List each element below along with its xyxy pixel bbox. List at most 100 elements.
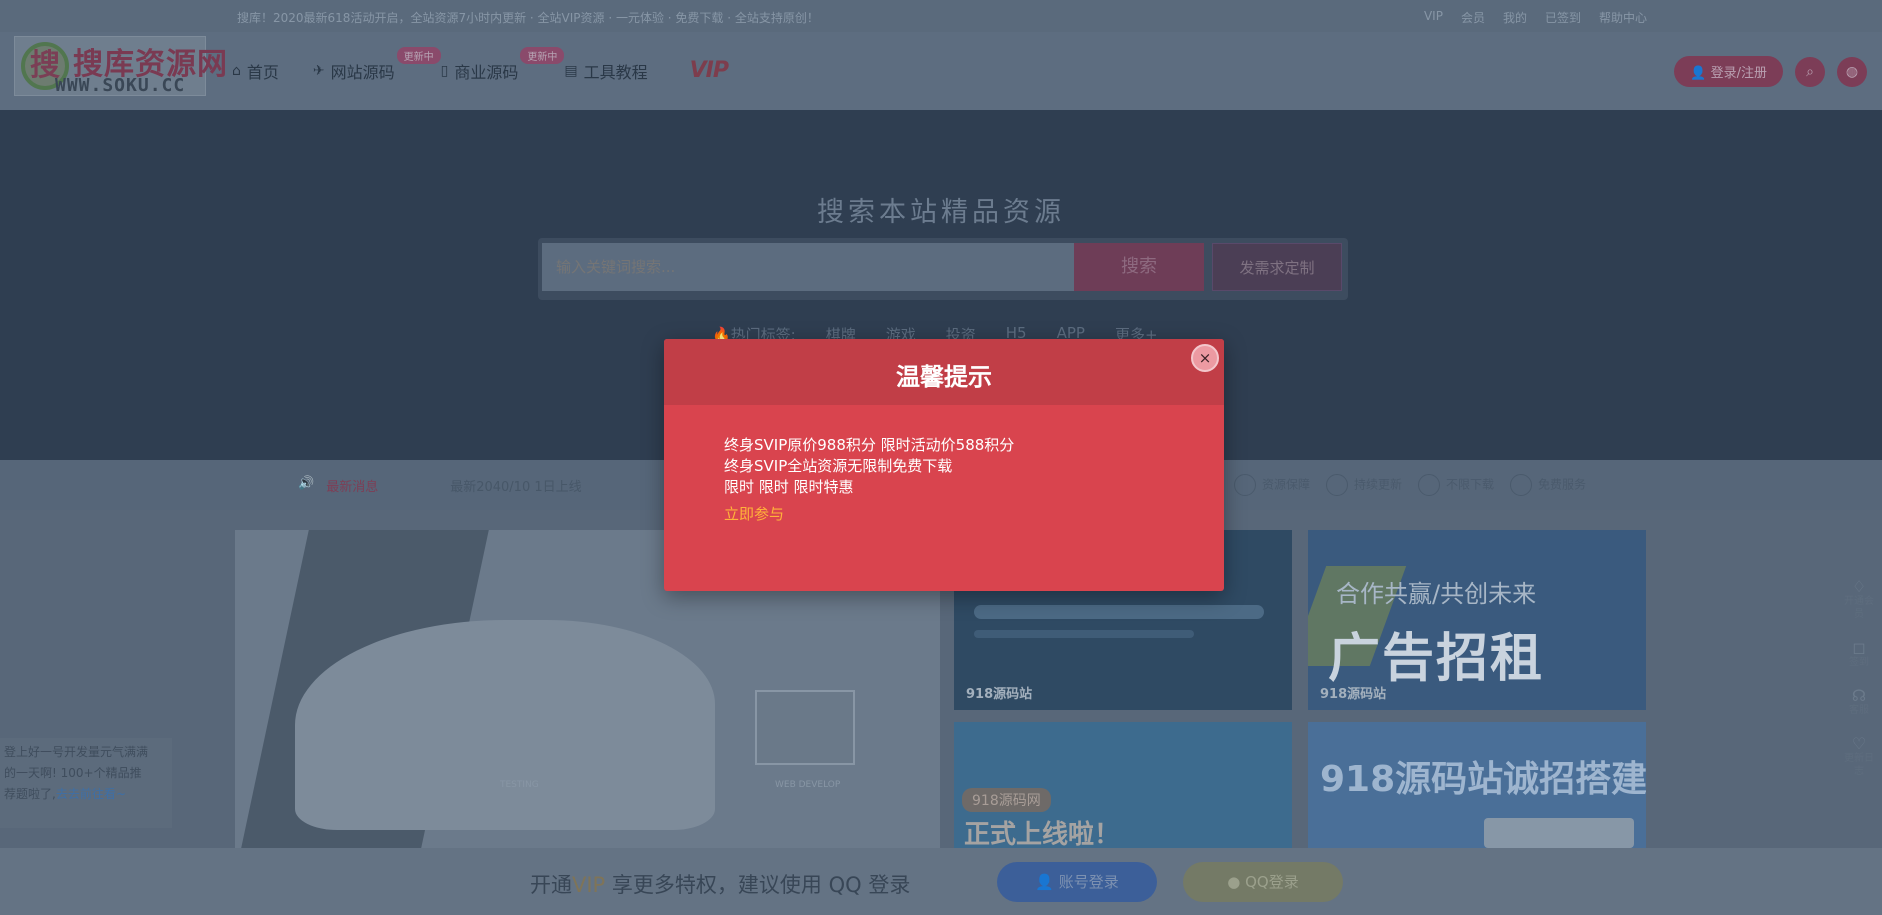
ad-line1: 合作共赢/共创未来 <box>1336 580 1537 608</box>
nav-badge: 更新中 <box>396 46 441 64</box>
nav-label: 商业源码 <box>454 62 519 82</box>
promo-line: 荐题啦了,去去前往看~ <box>4 784 172 805</box>
list-icon: ▤ <box>564 62 578 79</box>
sidebar-label: 开通会员 <box>1844 596 1874 620</box>
ad-slot[interactable]: 918源码网 正式上线啦！ <box>954 722 1292 848</box>
sidebar-item-changelog[interactable]: ♡ 更新日志 <box>1844 734 1874 778</box>
gear-icon <box>755 690 855 765</box>
account-login-button[interactable]: 👤 账号登录 <box>997 862 1157 902</box>
promo-line: 登上好一号开发量元气满满 <box>4 745 149 759</box>
calendar-icon: ◻ <box>1852 638 1866 657</box>
request-custom-button[interactable]: 发需求定制 <box>1212 243 1342 291</box>
plane-icon: ✈ <box>312 62 325 79</box>
top-bar-announcement: 搜库！2020最新618活动开启，全站资源7小时内更新 · 全站VIP资源 · … <box>237 11 819 25</box>
ad-headline: 918源码站诚招搭建 <box>1320 759 1646 800</box>
sidebar-item-checkin[interactable]: ◻ 签到 <box>1844 638 1874 669</box>
search-icon[interactable]: ⌕ <box>1795 56 1825 87</box>
promo-line: 的一天啊! 100+个精品推 <box>4 766 142 780</box>
service-label: 持续更新 <box>1354 477 1403 492</box>
top-link-checkin[interactable]: 已签到 <box>1545 9 1581 26</box>
download-icon <box>1418 474 1441 496</box>
user-icon: 👤 <box>1690 66 1711 81</box>
nav-label: 网站源码 <box>330 62 395 82</box>
sidebar-label: 更新日志 <box>1844 753 1874 777</box>
nav-vip-link[interactable]: VIP <box>690 58 729 83</box>
promo-text: 荐题啦了, <box>4 787 56 801</box>
notice-text[interactable]: 最新2040/10 1日上线 <box>450 476 581 495</box>
modal-line: 终身SVIP全站资源无限制免费下载 <box>724 457 953 475</box>
promo-link[interactable]: 去去前往看~ <box>56 787 126 801</box>
sidebar-item-vip[interactable]: ♢ 开通会员 <box>1844 577 1874 621</box>
promo-modal: 温馨提示 × 终身SVIP原价988积分 限时活动价588积分 终身SVIP全站… <box>664 339 1224 591</box>
sidebar-item-support[interactable]: ☊ 客服 <box>1844 686 1874 717</box>
modal-title: 温馨提示 <box>896 363 992 391</box>
top-link-vip[interactable]: VIP <box>1424 9 1443 26</box>
ad-decor <box>974 605 1264 619</box>
home-icon: ⌂ <box>232 62 241 79</box>
bottom-text-vip: VIP <box>572 873 606 897</box>
modal-body: 终身SVIP原价988积分 限时活动价588积分 终身SVIP全站资源无限制免费… <box>724 435 1014 525</box>
modal-header: 温馨提示 <box>664 339 1224 405</box>
sidebar-label: 签到 <box>1849 657 1869 668</box>
nav-item-website-source[interactable]: ✈ 网站源码 更新中 <box>312 46 441 83</box>
speaker-icon: 🔊 <box>298 476 315 491</box>
ad-decor <box>1484 818 1634 848</box>
top-link-member[interactable]: 会员 <box>1461 9 1485 26</box>
bottom-login-bar: 开通VIP 享更多特权，建议使用 QQ 登录 👤 账号登录 ● QQ登录 <box>0 848 1882 915</box>
service-item: 持续更新 <box>1326 474 1402 496</box>
notice-left: 🔊 最新消息 最新2040/10 1日上线 <box>298 476 582 495</box>
top-bar-links: VIP 会员 我的 已签到 帮助中心 <box>1424 9 1647 26</box>
nav-item-commercial-source[interactable]: ▯ 商业源码 更新中 <box>440 46 565 83</box>
modal-line: 终身SVIP原价988积分 限时活动价588积分 <box>724 436 1015 454</box>
top-link-help[interactable]: 帮助中心 <box>1599 9 1647 26</box>
join-now-link[interactable]: 立即参与 <box>724 504 1014 525</box>
header-actions: 👤 登录/注册 ⌕ ◍ <box>1674 56 1867 87</box>
ad-pill: 918源码网 <box>962 788 1051 812</box>
modal-line: 限时 限时 限时特惠 <box>724 478 854 496</box>
ad-caption: 918源码站 <box>966 687 1033 702</box>
service-label: 免费服务 <box>1538 477 1587 492</box>
ad-slot[interactable]: 合作共赢/共创未来 广告招租 918源码站 <box>1308 530 1646 710</box>
qq-icon: ● <box>1227 873 1246 891</box>
heart-icon: ♡ <box>1851 734 1867 753</box>
search-box: 搜索 发需求定制 <box>538 238 1348 300</box>
ad-line2: 广告招租 <box>1328 629 1545 689</box>
nav-badge: 更新中 <box>520 46 565 64</box>
bottom-bar-text: 开通VIP 享更多特权，建议使用 QQ 登录 <box>530 869 910 899</box>
refresh-icon <box>1326 474 1349 496</box>
nav-item-tools[interactable]: ▤ 工具教程 <box>564 59 647 83</box>
close-icon[interactable]: × <box>1191 344 1219 372</box>
shield-icon <box>1234 474 1256 496</box>
service-badges: 资源保障 持续更新 不限下载 免费服务 <box>1234 474 1586 496</box>
sidebar-label: 客服 <box>1849 705 1869 716</box>
ad-slot[interactable]: 918源码站诚招搭建 <box>1308 722 1646 848</box>
service-label: 不限下载 <box>1446 477 1495 492</box>
button-label: 账号登录 <box>1058 873 1119 891</box>
button-label: QQ登录 <box>1245 873 1299 891</box>
service-label: 资源保障 <box>1262 477 1311 492</box>
banner-hand <box>295 620 715 830</box>
diamond-icon: ♢ <box>1851 577 1867 596</box>
bottom-text-post: 享更多特权，建议使用 QQ 登录 <box>605 873 911 897</box>
service-item: 资源保障 <box>1234 474 1310 496</box>
main-nav: ⌂ 首页 ✈ 网站源码 更新中 ▯ 商业源码 更新中 ▤ 工具教程 VIP <box>232 46 729 83</box>
document-icon: ▯ <box>440 62 449 79</box>
top-link-mine[interactable]: 我的 <box>1503 9 1527 26</box>
service-item: 不限下载 <box>1418 474 1494 496</box>
qq-login-button[interactable]: ● QQ登录 <box>1183 862 1343 902</box>
theme-toggle-icon[interactable]: ◍ <box>1837 56 1867 87</box>
service-item: 免费服务 <box>1510 474 1586 496</box>
site-logo[interactable]: 搜 搜库资源网 WWW.SOKU.CC <box>14 36 227 96</box>
floating-sidebar: ♢ 开通会员 ◻ 签到 ☊ 客服 ♡ 更新日志 <box>1844 577 1874 778</box>
ad-caption: 918源码站 <box>1320 687 1387 702</box>
login-register-button[interactable]: 👤 登录/注册 <box>1674 56 1783 87</box>
banner-label-develop: WEB DEVELOP <box>775 780 841 790</box>
headset-icon: ☊ <box>1851 686 1867 705</box>
login-label: 登录/注册 <box>1710 66 1767 81</box>
nav-item-home[interactable]: ⌂ 首页 <box>232 59 279 83</box>
ad-decor <box>974 630 1194 638</box>
notice-label: 最新消息 <box>326 480 379 495</box>
search-input[interactable] <box>542 243 1074 291</box>
search-button[interactable]: 搜索 <box>1074 243 1204 291</box>
nav-label: 工具教程 <box>583 62 648 82</box>
